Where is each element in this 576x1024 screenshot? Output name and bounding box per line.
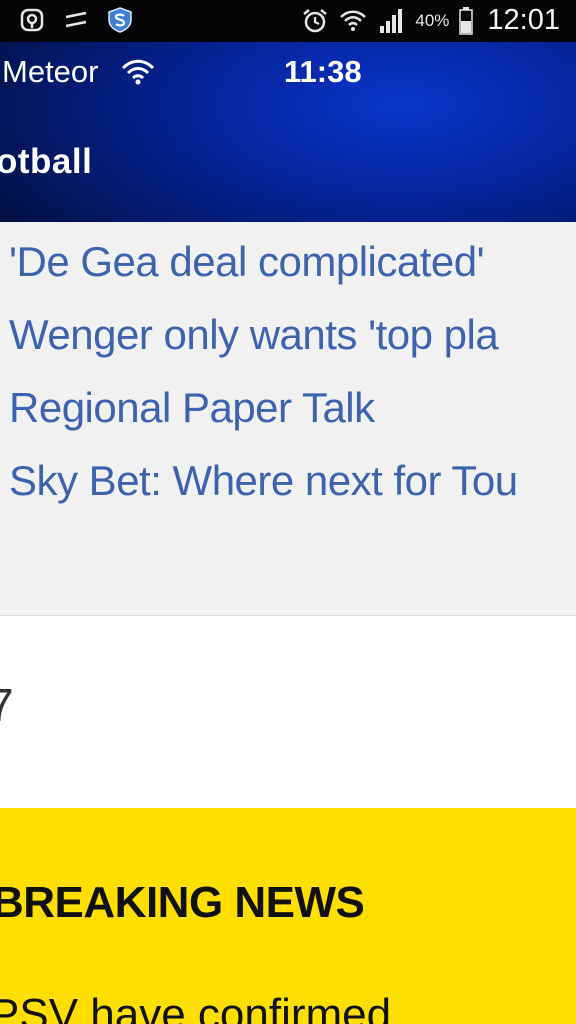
wifi-icon — [121, 59, 155, 85]
notification-dash-icon — [65, 11, 87, 28]
headline-link[interactable]: Sky Bet: Where next for Tou — [9, 457, 518, 505]
app-header: Meteor 11:38 otball — [0, 42, 576, 222]
count-value: 7 — [0, 679, 14, 731]
wifi-icon — [340, 10, 367, 31]
carrier-name: Meteor — [2, 54, 99, 89]
headline-link[interactable]: Wenger only wants 'top pla — [9, 311, 499, 359]
headline-list: 'De Gea deal complicated' Wenger only wa… — [0, 222, 576, 616]
breaking-news-banner[interactable]: BREAKING NEWS PSV have confirmed — [0, 808, 576, 1024]
headline-link[interactable]: 'De Gea deal complicated' — [9, 238, 485, 286]
android-clock: 12:01 — [487, 4, 560, 36]
android-status-bar: 40% 12:01 — [0, 0, 576, 42]
breaking-news-label: BREAKING NEWS — [0, 878, 365, 927]
headline-link[interactable]: Regional Paper Talk — [9, 384, 375, 432]
battery-percent: 40% — [415, 10, 450, 30]
shield-app-icon — [108, 7, 132, 33]
breaking-news-text: PSV have confirmed — [0, 990, 392, 1024]
ios-clock: 11:38 — [284, 54, 362, 89]
battery-icon — [459, 6, 474, 35]
section-title: otball — [0, 142, 93, 181]
pinned-app-icon — [20, 8, 44, 32]
system-indicators: 40% 12:01 — [301, 4, 560, 37]
notification-icons — [18, 6, 134, 34]
count-band: 7 — [0, 616, 576, 808]
signal-icon — [380, 8, 403, 33]
alarm-icon — [303, 8, 328, 32]
